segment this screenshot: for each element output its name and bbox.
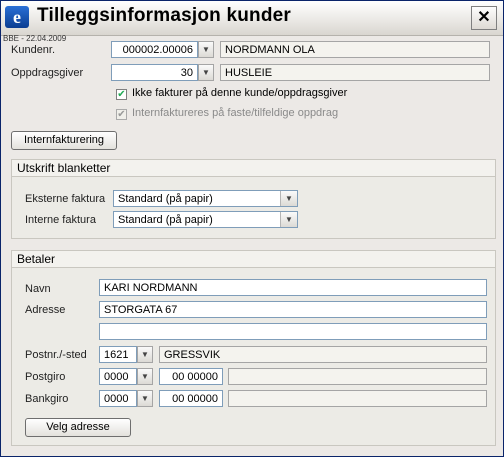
kunde-name-field: NORDMANN OLA [220,41,490,58]
app-icon: e [5,6,29,28]
bankgiro-a-input[interactable]: 0000 [99,390,137,407]
ikke-fakturer-label[interactable]: Ikke fakturer på denne kunde/oppdragsgiv… [132,87,347,99]
dialog-window: e Tilleggsinformasjon kunder ✕ BBE - 22.… [0,0,504,457]
betaler-heading: Betaler [12,251,495,268]
postnr-input[interactable]: 1621 [99,346,137,363]
postgiro-a-input[interactable]: 0000 [99,368,137,385]
chevron-down-icon[interactable]: ▼ [280,191,297,206]
navn-input[interactable]: KARI NORDMANN [99,279,487,296]
chevron-down-icon[interactable]: ▼ [280,212,297,227]
postgiro-c-field [228,368,487,385]
oppdragsgiver-name-field: HUSLEIE [220,64,490,81]
bankgiro-b-input[interactable]: 00 00000 [159,390,223,407]
internfaktureres-label: Internfaktureres på faste/tilfeldige opp… [132,107,339,119]
version-label: BBE - 22.04.2009 [3,34,67,43]
eksterne-faktura-select[interactable]: Standard (på papir) ▼ [113,190,298,207]
interne-faktura-label: Interne faktura [25,214,96,226]
postgiro-label: Postgiro [25,371,66,383]
kundenr-label: Kundenr. [11,44,56,56]
eksterne-faktura-value: Standard (på papir) [118,193,213,205]
bankgiro-c-field [228,390,487,407]
bankgiro-dropdown-icon[interactable]: ▼ [137,390,153,407]
ikke-fakturer-checkbox[interactable]: ✔ [116,89,127,100]
bankgiro-label: Bankgiro [25,393,69,405]
oppdragsgiver-input[interactable]: 30 [111,64,198,81]
utskrift-heading: Utskrift blanketter [12,160,495,177]
internfaktureres-checkbox: ✔ [116,109,127,120]
interne-faktura-select[interactable]: Standard (på papir) ▼ [113,211,298,228]
interne-faktura-value: Standard (på papir) [118,214,213,226]
oppdragsgiver-dropdown-icon[interactable]: ▼ [198,64,214,81]
title-bar[interactable]: e Tilleggsinformasjon kunder ✕ [1,1,503,36]
kundenr-dropdown-icon[interactable]: ▼ [198,41,214,58]
oppdragsgiver-label: Oppdragsgiver [11,67,84,79]
internfakturering-button[interactable]: Internfakturering [11,131,117,150]
postgiro-b-input[interactable]: 00 00000 [159,368,223,385]
velg-adresse-button[interactable]: Velg adresse [25,418,131,437]
adresse1-input[interactable]: STORGATA 67 [99,301,487,318]
adresse-label: Adresse [25,304,66,316]
postgiro-dropdown-icon[interactable]: ▼ [137,368,153,385]
poststed-field: GRESSVIK [159,346,487,363]
window-title: Tilleggsinformasjon kunder [37,5,291,26]
navn-label: Navn [25,283,51,295]
eksterne-faktura-label: Eksterne faktura [25,193,106,205]
adresse2-input[interactable] [99,323,487,340]
postnr-label: Postnr./-sted [25,349,87,361]
close-button[interactable]: ✕ [471,6,497,30]
kundenr-input[interactable]: 000002.00006 [111,41,198,58]
postnr-dropdown-icon[interactable]: ▼ [137,346,153,363]
